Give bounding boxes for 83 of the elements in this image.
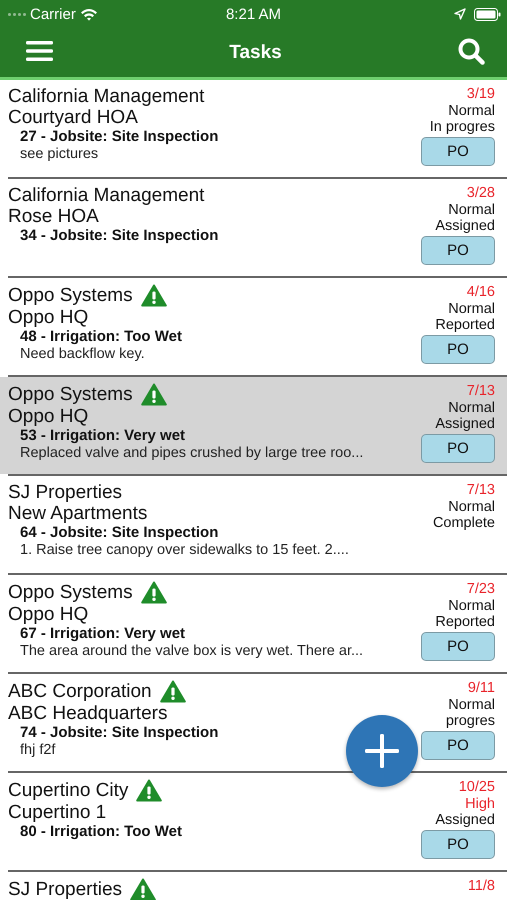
po-button[interactable]: PO <box>421 434 495 462</box>
task-row[interactable]: California Management Courtyard HOA 27 - Jobsite: Site Inspection see pictures 3/19 Normal In progres PO <box>0 80 507 177</box>
task-row[interactable]: ABC Corporation ABC Headquarters 74 - Jobsite: Site Inspection fhj f2f 9/11 Normal progres PO <box>0 674 507 771</box>
due-date: 9/11 <box>468 680 495 696</box>
due-date: 7/13 <box>466 383 495 400</box>
signal-icon <box>8 12 26 16</box>
task-title: 34 - Jobsite: Site Inspection <box>20 227 218 244</box>
due-date: 7/13 <box>466 482 495 498</box>
po-button[interactable]: PO <box>421 334 495 364</box>
due-date: 7/23 <box>466 581 495 598</box>
task-note: Replaced valve and pipes crushed by large tree roo... <box>20 444 364 462</box>
site-name: Cupertino 1 <box>8 802 106 823</box>
plus-icon <box>365 734 399 768</box>
due-date: 11/8 <box>468 878 495 894</box>
company-name: California Management <box>8 86 204 107</box>
task-note: see pictures <box>20 145 98 163</box>
company-name: SJ Properties <box>8 482 122 503</box>
due-date: 3/28 <box>466 185 495 202</box>
site-name: Oppo HQ <box>8 604 88 625</box>
add-button[interactable] <box>346 715 418 787</box>
site-name: ABC Headquarters <box>8 703 168 724</box>
task-note: The area around the valve box is very wet. There ar... <box>20 642 364 660</box>
status-label: Assigned <box>435 416 495 432</box>
po-button[interactable]: PO <box>421 236 495 264</box>
company-name: SJ Properties <box>8 879 122 900</box>
site-name: Oppo HQ <box>8 307 88 328</box>
company-name: Oppo Systems <box>8 582 133 603</box>
task-row[interactable]: Oppo Systems Oppo HQ 48 - Irrigation: Too Wet Need backflow key. 4/16 Normal Reported PO <box>0 278 507 375</box>
task-note: 1. Raise tree canopy over sidewalks to 15 feet. 2.... <box>20 541 349 559</box>
company-name: California Management <box>8 185 204 206</box>
company-name: Oppo Systems <box>8 384 133 405</box>
company-name: Oppo Systems <box>8 285 133 306</box>
clock-time: 8:21 AM <box>226 6 282 22</box>
status-label: Reported <box>435 614 495 630</box>
wifi-icon <box>80 8 98 20</box>
task-title: 64 - Jobsite: Site Inspection <box>20 524 218 541</box>
due-date: 4/16 <box>466 284 495 300</box>
due-date: 3/19 <box>466 86 495 102</box>
priority-label: High <box>465 796 495 812</box>
status-label: progres <box>446 713 495 730</box>
task-title: 48 - Irrigation: Too Wet <box>20 328 182 345</box>
po-button[interactable]: PO <box>421 830 495 858</box>
task-row[interactable]: Oppo Systems Oppo HQ 67 - Irrigation: Very wet The area around the valve box is very wet. There ar... 7/23 Normal Reported PO <box>0 575 507 672</box>
screen-title: Tasks <box>229 42 282 64</box>
company-name: Cupertino City <box>8 780 128 801</box>
priority-label: Normal <box>448 300 495 317</box>
task-title: 27 - Jobsite: Site Inspection <box>20 128 218 145</box>
site-name: Courtyard HOA <box>8 107 138 128</box>
task-row[interactable]: Cupertino City Cupertino 1 80 - Irrigation: Too Wet 10/25 High Assigned PO <box>0 773 507 870</box>
status-label: Assigned <box>435 812 495 828</box>
priority-label: Normal <box>448 696 495 713</box>
menu-button[interactable] <box>26 41 53 64</box>
task-title: 67 - Irrigation: Very wet <box>20 625 186 642</box>
task-title: 74 - Jobsite: Site Inspection <box>20 724 218 741</box>
po-button[interactable]: PO <box>421 632 495 660</box>
site-name: Rose HOA <box>8 206 99 227</box>
task-note: Need backflow key. <box>20 345 145 363</box>
site-name: Oppo HQ <box>8 406 88 427</box>
priority-label: Normal <box>448 102 495 119</box>
carrier-label: Carrier <box>30 6 76 22</box>
search-button[interactable] <box>458 38 485 68</box>
company-name: ABC Corporation <box>8 681 152 702</box>
task-row[interactable]: California Management Rose HOA 34 - Jobsite: Site Inspection 3/28 Normal Assigned PO <box>0 179 507 276</box>
status-label: Assigned <box>435 218 495 234</box>
status-label: Complete <box>432 515 495 532</box>
task-row[interactable]: SJ Properties New Apartments 64 - Jobsite: Site Inspection 1. Raise tree canopy over sidewalks to 15 feet. 2.... 7/13 Normal Complete <box>0 476 507 573</box>
priority-label: Normal <box>448 498 495 515</box>
task-title: 80 - Irrigation: Too Wet <box>20 823 182 840</box>
status-label: In progres <box>430 119 495 136</box>
location-arrow-icon <box>454 8 466 20</box>
priority-label: Normal <box>448 598 495 614</box>
task-title: 53 - Irrigation: Very wet <box>20 427 186 444</box>
due-date: 10/25 <box>458 779 495 796</box>
battery-icon <box>474 8 501 20</box>
task-row-highlight[interactable]: Oppo Systems Oppo HQ 53 - Irrigation: Very wet Replaced valve and pipes crushed by large tree roo... 7/13 Normal Assigned PO <box>0 377 507 474</box>
status-label: Reported <box>435 317 495 334</box>
task-note: fhj f2f <box>20 741 56 759</box>
task-row[interactable]: SJ Properties 11/8 <box>0 872 507 900</box>
priority-label: Normal <box>448 202 495 218</box>
priority-label: Normal <box>448 400 495 416</box>
po-button[interactable]: PO <box>421 136 495 166</box>
site-name: New Apartments <box>8 503 148 524</box>
po-button[interactable]: PO <box>421 730 495 760</box>
